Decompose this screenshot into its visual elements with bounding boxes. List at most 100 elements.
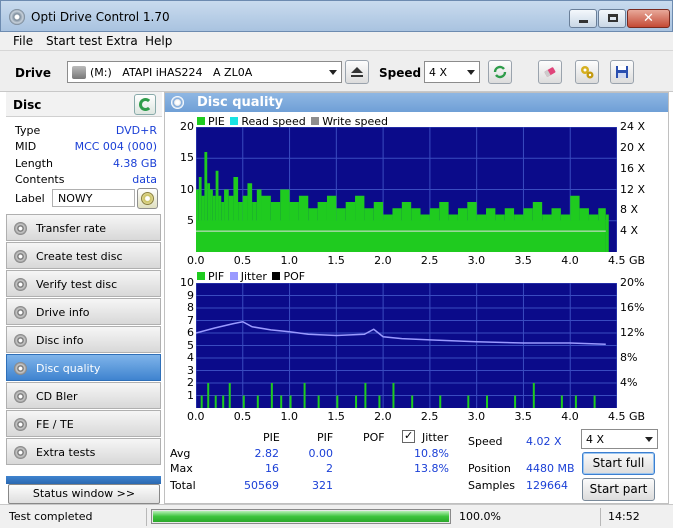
disc-icon xyxy=(14,306,27,319)
disc-label-value: NOWY xyxy=(58,192,93,205)
x-tick-label: 1.5 xyxy=(327,410,345,423)
nav-create-test-disc[interactable]: Create test disc xyxy=(6,242,161,269)
nav-disc-info[interactable]: Disc info xyxy=(6,326,161,353)
y-right-tick-label: 4 X xyxy=(620,224,639,238)
start-full-button[interactable]: Start full xyxy=(582,452,655,475)
nav-label: Extra tests xyxy=(36,446,96,459)
title-bar: Opti Drive Control 1.70 ✕ xyxy=(0,0,673,32)
nav-cd-bler[interactable]: CD Bler xyxy=(6,382,161,409)
x-tick-label: 3.0 xyxy=(467,410,486,423)
test-speed-value: 4 X xyxy=(586,433,605,446)
stats-max-pie: 16 xyxy=(265,462,279,475)
status-divider xyxy=(146,508,147,526)
pif-bar xyxy=(486,395,489,408)
samples-value: 129664 xyxy=(526,479,568,492)
legend-swatch-write-speed xyxy=(311,117,320,125)
left-panel: Disc Type DVD+R MID MCC 004 (000) Length… xyxy=(6,92,162,504)
nav-disc-quality[interactable]: Disc quality xyxy=(6,354,161,381)
x-tick-label: 4.5 GB xyxy=(608,410,646,423)
disc-contents-key: Contents xyxy=(15,173,65,186)
pie-bar xyxy=(605,214,609,252)
x-tick-label: 2.5 xyxy=(420,254,439,267)
disc-quality-panel: Disc quality PIE Read speed Write speed … xyxy=(164,92,669,504)
nav-extra-tests[interactable]: Extra tests xyxy=(6,438,161,465)
x-tick-label: 4.5 GB xyxy=(608,254,646,267)
speed-select[interactable]: 4 X xyxy=(424,61,480,83)
maximize-button[interactable] xyxy=(598,9,626,28)
status-time: 14:52 xyxy=(608,510,640,523)
y-left-tick-label: 6 xyxy=(187,326,194,339)
nav-label: Disc quality xyxy=(36,362,101,375)
disc-label-button[interactable] xyxy=(137,188,158,209)
y-right-tick-label: 20 X xyxy=(620,140,646,154)
menu-help[interactable]: Help xyxy=(145,34,172,48)
menu-bar: File Start test Extra Help xyxy=(0,32,673,50)
nav-drive-info[interactable]: Drive info xyxy=(6,298,161,325)
stats-max-jitter: 13.8% xyxy=(414,462,449,475)
x-tick-label: 4.0 xyxy=(561,410,579,423)
legend-swatch-jitter xyxy=(229,272,238,280)
y-right-tick-label: 16% xyxy=(620,301,645,314)
pif-bar xyxy=(280,395,283,408)
y-left-tick-label: 5 xyxy=(187,338,194,352)
start-part-button[interactable]: Start part xyxy=(582,478,655,501)
disc-label-field[interactable]: NOWY xyxy=(52,189,135,207)
disc-length-key: Length xyxy=(15,157,53,170)
chevron-down-icon xyxy=(467,70,475,75)
disc-header: Disc xyxy=(6,92,162,117)
jitter-checkbox[interactable] xyxy=(402,429,415,443)
erase-button[interactable] xyxy=(538,60,562,84)
close-button[interactable]: ✕ xyxy=(627,9,670,28)
nav-label: Transfer rate xyxy=(36,222,107,235)
pif-bar xyxy=(336,395,339,408)
save-button[interactable] xyxy=(610,60,634,84)
pif-bar xyxy=(222,395,225,408)
nav-transfer-rate[interactable]: Transfer rate xyxy=(6,214,161,241)
y-left-tick-label: 20 xyxy=(180,120,194,133)
menu-extra[interactable]: Extra xyxy=(106,34,138,48)
stats-header-pof: POF xyxy=(363,431,385,444)
y-right-tick-label: 16 X xyxy=(620,161,646,175)
drive-icon xyxy=(72,66,86,79)
stats-max-pif: 2 xyxy=(326,462,333,475)
status-window-button[interactable]: Status window >> xyxy=(8,484,160,504)
legend-pof: POF xyxy=(283,270,306,283)
progress-bar xyxy=(151,509,451,524)
settings-button[interactable] xyxy=(575,60,599,84)
menu-start-test[interactable]: Start test xyxy=(46,34,102,48)
test-speed-select[interactable]: 4 X xyxy=(581,429,658,449)
nav-verify-test-disc[interactable]: Verify test disc xyxy=(6,270,161,297)
pif-bar xyxy=(532,383,535,408)
stats-avg-jitter: 10.8% xyxy=(414,447,449,460)
progress-text: 100.0% xyxy=(459,510,501,523)
stats-total-pif: 321 xyxy=(312,479,333,492)
menu-file[interactable]: File xyxy=(13,34,33,48)
disc-refresh-button[interactable] xyxy=(134,94,156,115)
refresh-speed-button[interactable] xyxy=(488,60,512,84)
y-right-tick-label: 20% xyxy=(620,276,645,289)
disc-icon xyxy=(14,390,27,403)
chevron-down-icon xyxy=(329,70,337,75)
eraser-icon xyxy=(544,67,556,78)
y-left-tick-label: 15 xyxy=(180,151,194,165)
pif-bar xyxy=(514,395,517,408)
pif-bar xyxy=(574,395,577,408)
pif-bar xyxy=(317,395,320,408)
drive-select[interactable]: (M:) ATAPI iHAS224 A ZL0A xyxy=(67,61,342,83)
y-left-tick-label: 5 xyxy=(187,213,194,227)
pif-bar xyxy=(593,395,596,408)
disc-heading: Disc xyxy=(13,98,42,112)
nav-fe-te[interactable]: FE / TE xyxy=(6,410,161,437)
speed-label: Speed xyxy=(379,66,422,80)
y-left-tick-label: 7 xyxy=(187,313,194,327)
pif-bar xyxy=(207,383,210,408)
close-icon: ✕ xyxy=(643,11,654,26)
x-tick-label: 1.0 xyxy=(280,254,299,267)
minimize-button[interactable] xyxy=(569,9,597,28)
disc-icon xyxy=(14,446,27,459)
pif-bar xyxy=(270,383,273,408)
minimize-icon xyxy=(579,20,588,23)
disc-length-value: 4.38 GB xyxy=(112,157,157,170)
disc-icon xyxy=(14,278,27,291)
eject-button[interactable] xyxy=(345,60,369,84)
